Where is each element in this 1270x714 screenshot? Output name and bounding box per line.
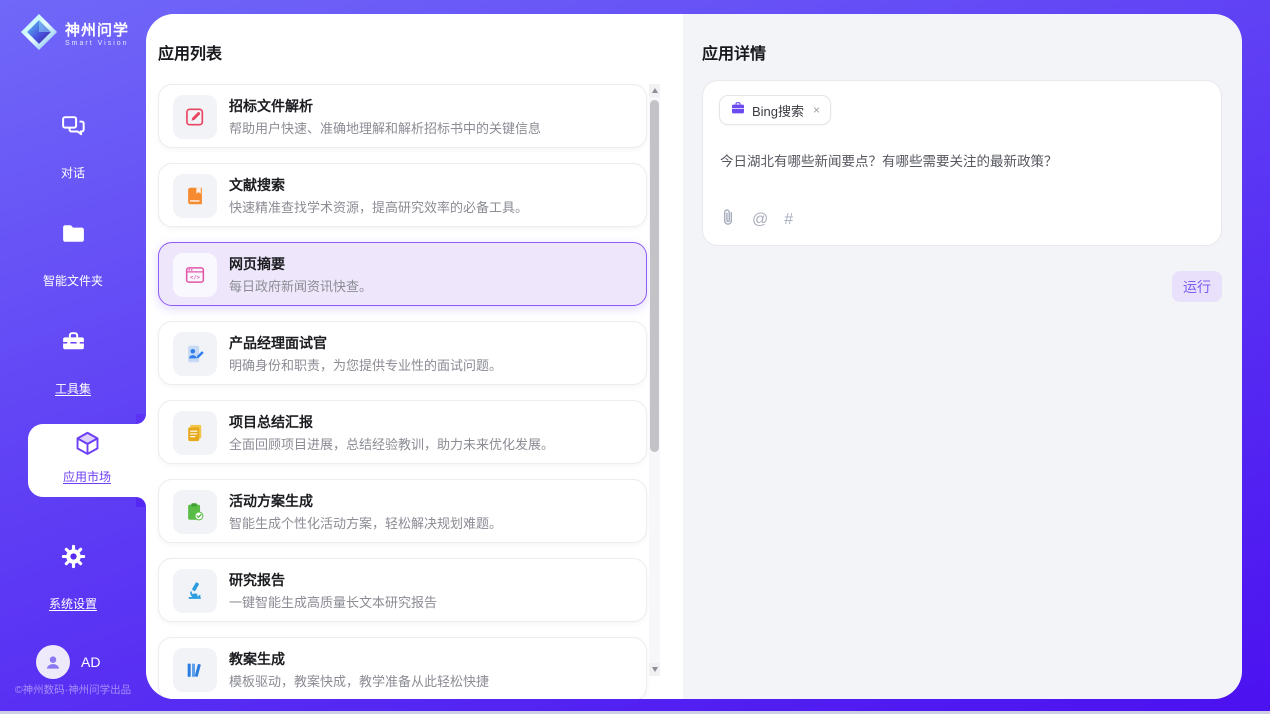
sidebar-item-label: 系统设置 [49,595,97,612]
sidebar-item-label: 工具集 [55,380,91,397]
app-logo: 神州问学 Smart Vision [20,13,129,56]
app-card-selected[interactable]: </> 网页摘要 每日政府新闻资讯快查。 [158,242,647,306]
interview-resume-icon [173,332,217,376]
book-icon [173,174,217,218]
app-card[interactable]: 研究报告 一键智能生成高质量长文本研究报告 [158,558,647,622]
toolbox-icon [0,328,146,355]
microscope-icon [173,569,217,613]
user-initials: AD [81,654,100,670]
app-desc: 模板驱动，教案快成，教学准备从此轻松快捷 [229,671,634,690]
web-code-icon: </> [173,253,217,297]
app-list-title: 应用列表 [158,40,222,64]
app-name: 研究报告 [229,570,285,590]
app-list-panel: 应用列表 招标文件解析 帮助用户快速、准确地理解和解析招标书中的关键信息 文献搜… [146,14,683,699]
app-desc: 每日政府新闻资讯快查。 [229,276,634,295]
app-card[interactable]: 项目总结汇报 全面回顾项目进展，总结经验教训，助力未来优化发展。 [158,400,647,464]
app-desc: 明确身份和职责，为您提供专业性的面试问题。 [229,355,634,374]
sidebar-item-label: 应用市场 [63,468,111,485]
sidebar-item-app-market[interactable]: 应用市场 [28,429,146,486]
scroll-up-button[interactable] [649,84,660,97]
app-detail-title: 应用详情 [702,40,766,64]
sidebar-item-toolset[interactable]: 工具集 [0,328,146,398]
sidebar: 神州问学 Smart Vision 对话 智能文件夹 [0,0,146,714]
sidebar-item-label: 对话 [61,164,85,181]
stacked-papers-icon [173,411,217,455]
app-card[interactable]: 文献搜索 快速精准查找学术资源，提高研究效率的必备工具。 [158,163,647,227]
sidebar-item-settings[interactable]: 系统设置 [0,543,146,613]
prompt-input-card[interactable]: Bing搜索 × 今日湖北有哪些新闻要点？有哪些需要关注的最新政策？ @ # [702,80,1222,246]
cube-icon [72,447,103,464]
bubble-corner-top [136,414,146,424]
folder-icon [0,220,146,247]
app-desc: 一键智能生成高质量长文本研究报告 [229,592,634,611]
user-account[interactable]: AD [36,645,100,679]
books-icon [173,648,217,692]
app-detail-panel: 应用详情 Bing搜索 × 今日湖北有哪些新闻要点？有哪些需要关注的最新政策？ [683,14,1242,699]
paperclip-icon[interactable] [720,208,736,232]
tool-chip-bing-search[interactable]: Bing搜索 × [719,95,831,125]
app-name: 文献搜索 [229,175,285,195]
edit-document-icon [173,95,217,139]
app-card[interactable]: 活动方案生成 智能生成个性化活动方案，轻松解决规划难题。 [158,479,647,543]
scrollbar[interactable] [649,84,660,676]
app-card[interactable]: 产品经理面试官 明确身份和职责，为您提供专业性的面试问题。 [158,321,647,385]
app-desc: 全面回顾项目进展，总结经验教训，助力未来优化发展。 [229,434,634,453]
composer-toolbar: @ # [720,208,793,232]
logo-diamond-icon [20,13,58,56]
triangle-up-icon [652,88,658,93]
app-name: 项目总结汇报 [229,412,313,432]
chat-icon [0,112,146,139]
hash-icon[interactable]: # [784,211,793,229]
scroll-down-button[interactable] [649,663,660,676]
app-name: 教案生成 [229,649,285,669]
close-icon[interactable]: × [813,103,820,117]
sidebar-item-label: 智能文件夹 [43,272,103,289]
logo-title: 神州问学 [65,22,129,39]
at-icon[interactable]: @ [752,211,768,229]
app-card[interactable]: 教案生成 模板驱动，教案快成，教学准备从此轻松快捷 [158,637,647,699]
avatar[interactable] [36,645,70,679]
app-name: 产品经理面试官 [229,333,327,353]
tool-chip-label: Bing搜索 [752,101,804,120]
app-name: 招标文件解析 [229,96,313,116]
run-button[interactable]: 运行 [1172,271,1222,302]
scrollbar-thumb[interactable] [650,100,659,452]
bubble-corner-bottom [136,497,146,507]
prompt-text[interactable]: 今日湖北有哪些新闻要点？有哪些需要关注的最新政策？ [720,152,1206,171]
svg-text:</>: </> [190,275,201,281]
app-desc: 快速精准查找学术资源，提高研究效率的必备工具。 [229,197,634,216]
app-name: 活动方案生成 [229,491,313,511]
copyright-footer: ©神州数码·神州问学出品 [0,682,146,697]
triangle-down-icon [652,667,658,672]
sidebar-item-smart-folder[interactable]: 智能文件夹 [0,220,146,290]
briefcase-icon [730,100,746,121]
gear-icon [0,543,146,570]
app-name: 网页摘要 [229,254,285,274]
app-desc: 帮助用户快速、准确地理解和解析招标书中的关键信息 [229,118,634,137]
logo-subtitle: Smart Vision [65,40,129,47]
main-container: 应用列表 招标文件解析 帮助用户快速、准确地理解和解析招标书中的关键信息 文献搜… [146,14,1242,699]
clipboard-check-icon [173,490,217,534]
person-icon [43,652,63,672]
app-card[interactable]: 招标文件解析 帮助用户快速、准确地理解和解析招标书中的关键信息 [158,84,647,148]
sidebar-item-chat[interactable]: 对话 [0,112,146,182]
app-desc: 智能生成个性化活动方案，轻松解决规划难题。 [229,513,634,532]
